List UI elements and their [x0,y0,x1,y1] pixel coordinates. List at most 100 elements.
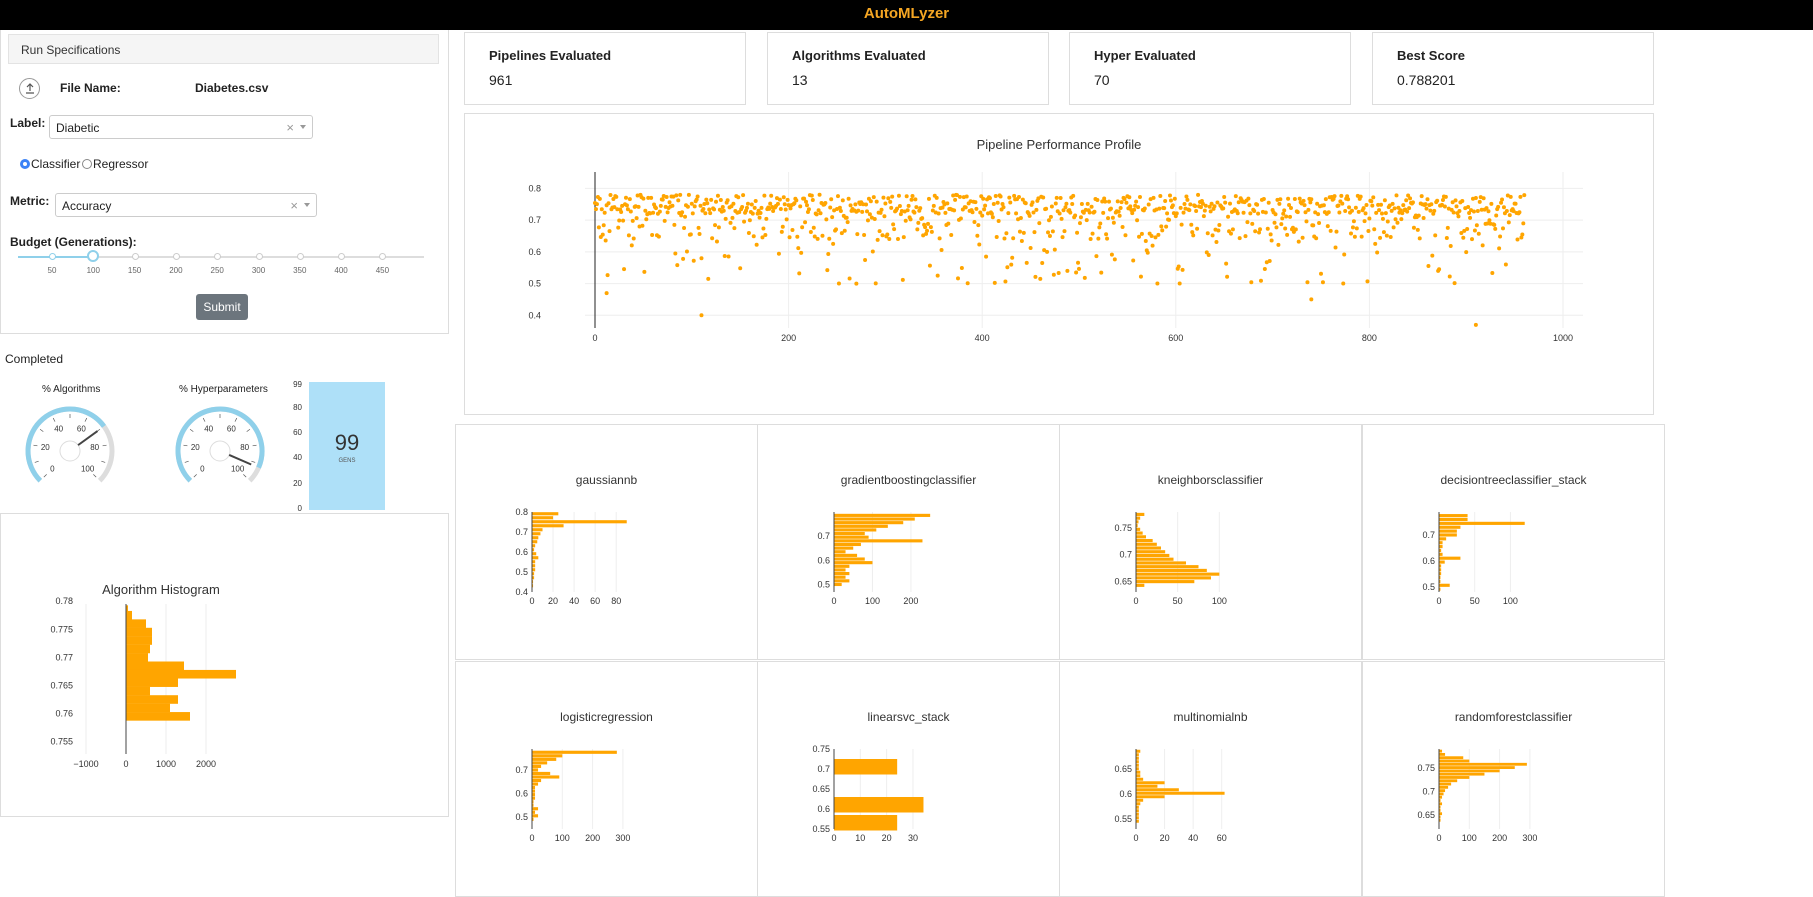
histogram-bar [1136,774,1141,778]
scatter-point [1115,199,1120,204]
gauge-tick-label: 40 [54,425,63,434]
scatter-point [1394,193,1399,198]
scatter-point [1404,198,1409,203]
scatter-point [1068,210,1073,215]
metric-label: Metric: [10,194,50,208]
scatter-point [929,229,934,234]
y-tick-label: 0.55 [1114,814,1132,824]
scatter-point [1010,255,1015,260]
scatter-point [846,196,851,201]
histogram-bar [1439,752,1446,756]
scatter-point [1082,275,1087,280]
clear-icon[interactable]: × [290,198,298,213]
scatter-point [1088,237,1093,242]
scatter-point [1098,221,1103,226]
scatter-point [829,197,834,202]
scatter-point [889,205,894,210]
scatter-point [1248,211,1253,216]
radio-regressor[interactable] [82,159,92,169]
chevron-down-icon[interactable] [304,203,310,207]
scatter-point [914,205,919,210]
scatter-point [891,222,896,227]
scatter-point [900,277,905,282]
scatter-point [1136,205,1141,210]
scatter-point [763,233,768,238]
scatter-point [651,210,656,215]
scatter-point [1363,211,1368,216]
scatter-point [820,233,825,238]
scatter-point [1246,196,1251,201]
scatter-point [1352,234,1357,239]
algorithm-histogram-chart: 0 100 200 300 0.75 0.7 0.65 [1417,749,1537,843]
scatter-point [1347,205,1352,210]
scatter-point [607,229,612,234]
scatter-point [758,211,763,216]
x-tick-label: 400 [975,333,990,343]
scatter-point [759,205,764,210]
scatter-point [1178,205,1183,210]
scatter-point [983,203,988,208]
radio-classifier[interactable] [20,159,30,169]
scatter-point [722,254,727,259]
scatter-point [1164,224,1169,229]
scatter-point [1333,245,1338,250]
scatter-point [915,227,920,232]
budget-slider-tick[interactable] [255,253,263,260]
clear-icon[interactable]: × [286,120,294,135]
submit-button[interactable]: Submit [196,294,248,320]
histogram-bar [1439,514,1468,518]
budget-slider-tick[interactable] [172,253,180,260]
scatter-point [1503,262,1508,267]
scatter-point [1003,279,1008,284]
scatter-point [913,197,918,202]
scatter-point [1452,281,1457,286]
scatter-point [1282,208,1287,213]
scatter-point [992,280,997,285]
scatter-point [754,242,759,247]
scatter-point [600,232,605,237]
budget-slider-tick[interactable] [296,253,304,260]
scatter-point [1134,199,1139,204]
chevron-down-icon[interactable] [300,125,306,129]
scatter-point [1492,222,1497,227]
budget-slider-tick[interactable] [131,253,139,260]
scatter-point [1101,210,1106,215]
histogram-bar [1439,762,1527,766]
gauge-needle [228,454,252,466]
scatter-point [732,226,737,231]
gauge-tick [34,460,39,463]
budget-slider-tick-label: 250 [210,266,224,275]
scatter-point [1466,204,1471,209]
histogram-bar [1439,560,1445,564]
histogram-bar [834,582,842,587]
budget-slider-handle[interactable] [87,250,99,262]
x-tick-label: 20 [1160,833,1170,843]
scatter-point [749,202,754,207]
budget-slider-tick[interactable] [49,253,56,260]
progress-unit: GENS [338,458,356,464]
scatter-point [1167,217,1172,222]
scatter-point [799,250,804,255]
gauge-tick [39,428,44,432]
scatter-point [1278,197,1283,202]
histogram-bar [532,764,542,768]
scatter-point [1435,198,1440,203]
x-tick-label: 30 [908,833,918,843]
histogram-bar [1439,789,1446,793]
scatter-point [1105,236,1110,241]
scatter-point [881,195,886,200]
scatter-point [745,201,750,206]
scatter-point [836,281,841,286]
metric-dropdown[interactable]: Accuracy × [55,193,317,217]
scatter-point [1044,206,1049,211]
scatter-point [1341,281,1346,286]
x-tick-label: 60 [590,596,600,606]
scatter-point [604,291,609,296]
scatter-point [1367,216,1372,221]
scatter-point [784,217,789,222]
upload-icon[interactable] [19,78,40,99]
x-tick-label: 40 [1188,833,1198,843]
scatter-point [808,230,813,235]
label-dropdown[interactable]: Diabetic × [49,115,313,139]
scatter-point [810,197,815,202]
